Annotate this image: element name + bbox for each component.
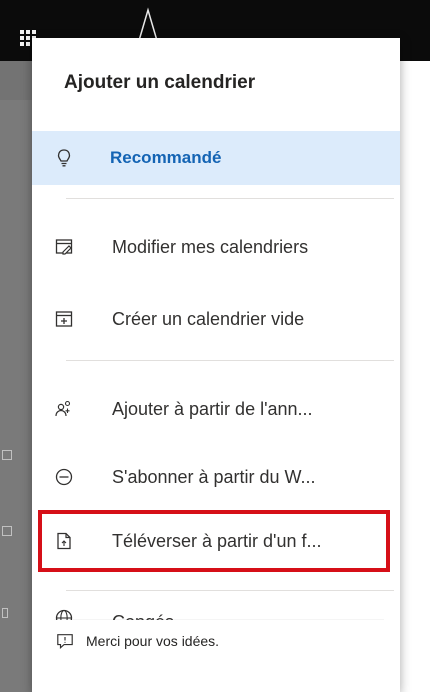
edit-calendar-icon (55, 239, 73, 255)
link-circle-icon (55, 468, 73, 486)
background-sidebar-lower (0, 100, 32, 692)
background-list-icon (2, 526, 12, 536)
add-calendar-icon (55, 311, 73, 327)
menu-item-add-from-directory[interactable]: Ajouter à partir de l'ann... (32, 382, 400, 436)
panel-title: Ajouter un calendrier (64, 72, 256, 93)
menu-item-label: S'abonner à partir du W... (112, 466, 316, 487)
feedback-label: Merci pour vos idées. (86, 633, 220, 649)
app-window: Ajouter un calendrier Recommandé Modifie… (0, 0, 430, 692)
menu-item-label: Ajouter à partir de l'ann... (112, 398, 313, 419)
people-icon (55, 400, 71, 417)
divider (66, 360, 394, 361)
menu-item-label: Recommandé (110, 148, 222, 167)
add-calendar-panel: Ajouter un calendrier Recommandé Modifie… (32, 38, 400, 692)
divider (66, 198, 394, 199)
lightbulb-icon (57, 149, 71, 167)
menu-item-create-blank-calendar[interactable]: Créer un calendrier vide (32, 292, 400, 346)
menu-item-label: Créer un calendrier vide (112, 308, 305, 329)
background-content (400, 61, 430, 692)
divider (66, 590, 394, 591)
menu-item-label: Modifier mes calendriers (112, 236, 309, 257)
background-people-icon (2, 608, 8, 618)
menu-item-subscribe-from-web[interactable]: S'abonner à partir du W... (32, 450, 400, 504)
feedback-button[interactable]: Merci pour vos idées. (54, 620, 384, 662)
menu-item-recommended[interactable]: Recommandé (32, 131, 400, 185)
feedback-icon (57, 634, 73, 650)
menu-item-edit-calendars[interactable]: Modifier mes calendriers (32, 220, 400, 274)
highlight-annotation (38, 510, 390, 572)
background-calendar-icon (2, 450, 12, 460)
